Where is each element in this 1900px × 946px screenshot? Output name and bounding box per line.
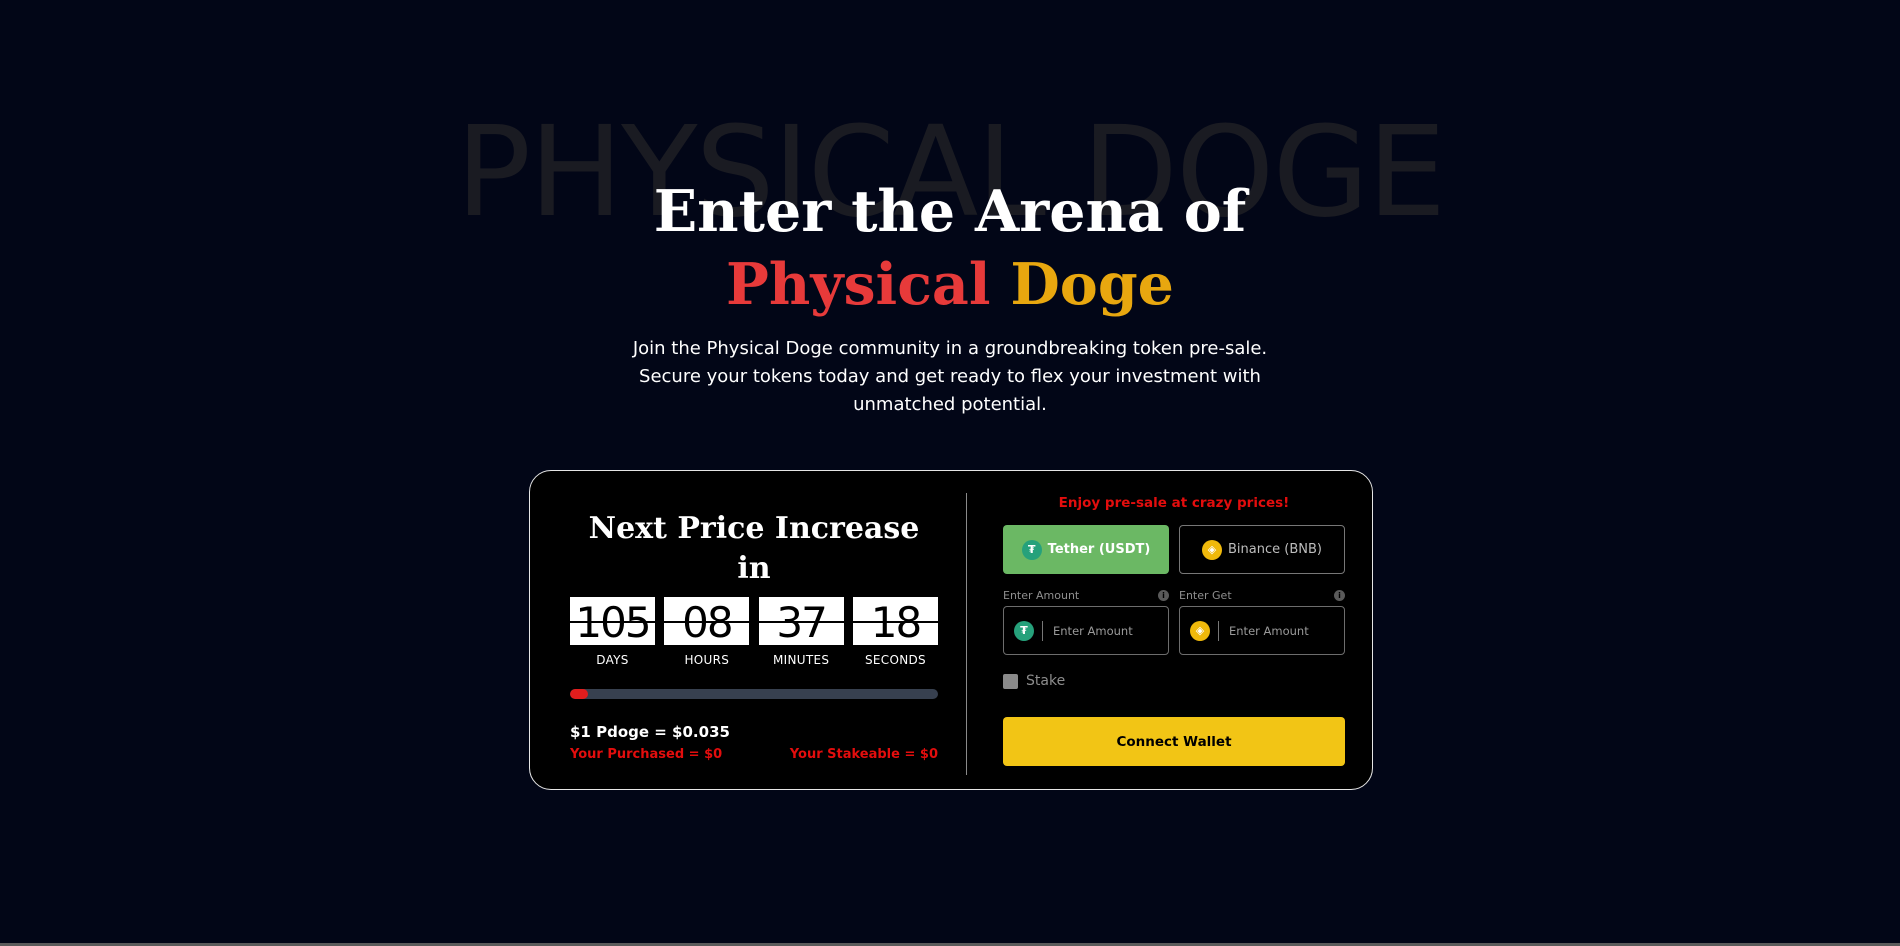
presale-progress-fill xyxy=(570,689,589,699)
purchased-amount: Your Purchased = $0 xyxy=(570,747,723,762)
get-info-icon[interactable]: i xyxy=(1334,589,1345,601)
stake-checkbox[interactable] xyxy=(1003,673,1018,689)
pay-amount-group: Enter Amount i ₮ xyxy=(1003,588,1169,655)
token-price: $1 Pdoge = $0.035 xyxy=(570,723,730,741)
get-amount-label: Enter Get xyxy=(1179,588,1232,602)
presale-card: Next Price Increase in 105 DAYS 08 HOURS… xyxy=(529,470,1373,790)
pay-amount-label-row: Enter Amount i xyxy=(1003,588,1169,602)
timer-seconds-value: 18 xyxy=(852,597,938,645)
timer-days-label: DAYS xyxy=(596,653,629,667)
timer-minutes: 37 MINUTES xyxy=(758,597,844,667)
pay-amount-input[interactable] xyxy=(1051,622,1155,639)
presale-progress-bar xyxy=(570,689,938,699)
hero-title-physical: Physical xyxy=(726,251,991,318)
doge-coin-icon: ◈ xyxy=(1190,620,1210,641)
currency-selector: ₮ Tether (USDT) ◈ Binance (BNB) xyxy=(1003,525,1345,574)
hero-subtitle: Join the Physical Doge community in a gr… xyxy=(632,338,1268,415)
field-separator xyxy=(1042,620,1043,641)
tether-icon: ₮ xyxy=(1014,620,1034,641)
timer-hours-label: HOURS xyxy=(684,653,730,667)
hero-title-doge: Doge xyxy=(1010,251,1174,318)
tether-currency-label: Tether (USDT) xyxy=(1047,542,1151,557)
hero-title: Enter the Arena of Physical Doge xyxy=(0,175,1900,321)
field-separator xyxy=(1218,620,1219,641)
countdown-title: Next Price Increase in xyxy=(588,511,920,586)
stake-option: Stake xyxy=(1003,673,1345,689)
hero-title-line1: Enter the Arena of xyxy=(653,178,1247,245)
get-amount-input[interactable] xyxy=(1227,622,1331,639)
timer-hours-value: 08 xyxy=(664,597,750,645)
bnb-currency-label: Binance (BNB) xyxy=(1228,542,1322,557)
user-stats: Your Purchased = $0 Your Stakeable = $0 xyxy=(570,747,938,762)
stake-label: Stake xyxy=(1026,673,1066,689)
get-amount-group: Enter Get i ◈ xyxy=(1179,588,1345,655)
timer-hours: 08 HOURS xyxy=(664,597,750,667)
panel-divider xyxy=(966,493,967,775)
countdown-panel: Next Price Increase in 105 DAYS 08 HOURS… xyxy=(570,509,938,762)
get-amount-field: ◈ xyxy=(1179,606,1345,655)
timer-days: 105 DAYS xyxy=(570,597,655,667)
pay-amount-field: ₮ xyxy=(1003,606,1169,655)
countdown-timer: 105 DAYS 08 HOURS 37 MINUTES 18 SECONDS xyxy=(570,597,938,667)
connect-wallet-button[interactable]: Connect Wallet xyxy=(1003,717,1345,766)
amount-fields: Enter Amount i ₮ Enter Get i ◈ xyxy=(1003,588,1345,655)
get-amount-label-row: Enter Get i xyxy=(1179,588,1345,602)
pay-info-icon[interactable]: i xyxy=(1158,589,1169,601)
promo-text: Enjoy pre-sale at crazy prices! xyxy=(1058,495,1290,511)
timer-days-value: 105 xyxy=(570,597,655,645)
pay-amount-label: Enter Amount xyxy=(1003,588,1080,602)
timer-minutes-value: 37 xyxy=(758,597,844,645)
tether-icon: ₮ xyxy=(1021,539,1042,560)
tether-currency-button[interactable]: ₮ Tether (USDT) xyxy=(1003,525,1169,574)
bnb-icon: ◈ xyxy=(1202,539,1223,560)
timer-minutes-label: MINUTES xyxy=(773,653,830,667)
bnb-currency-button[interactable]: ◈ Binance (BNB) xyxy=(1179,525,1345,574)
timer-seconds: 18 SECONDS xyxy=(852,597,938,667)
purchase-panel: Enjoy pre-sale at crazy prices! ₮ Tether… xyxy=(1003,493,1345,766)
timer-seconds-label: SECONDS xyxy=(865,653,926,667)
stakeable-amount: Your Stakeable = $0 xyxy=(789,747,938,762)
